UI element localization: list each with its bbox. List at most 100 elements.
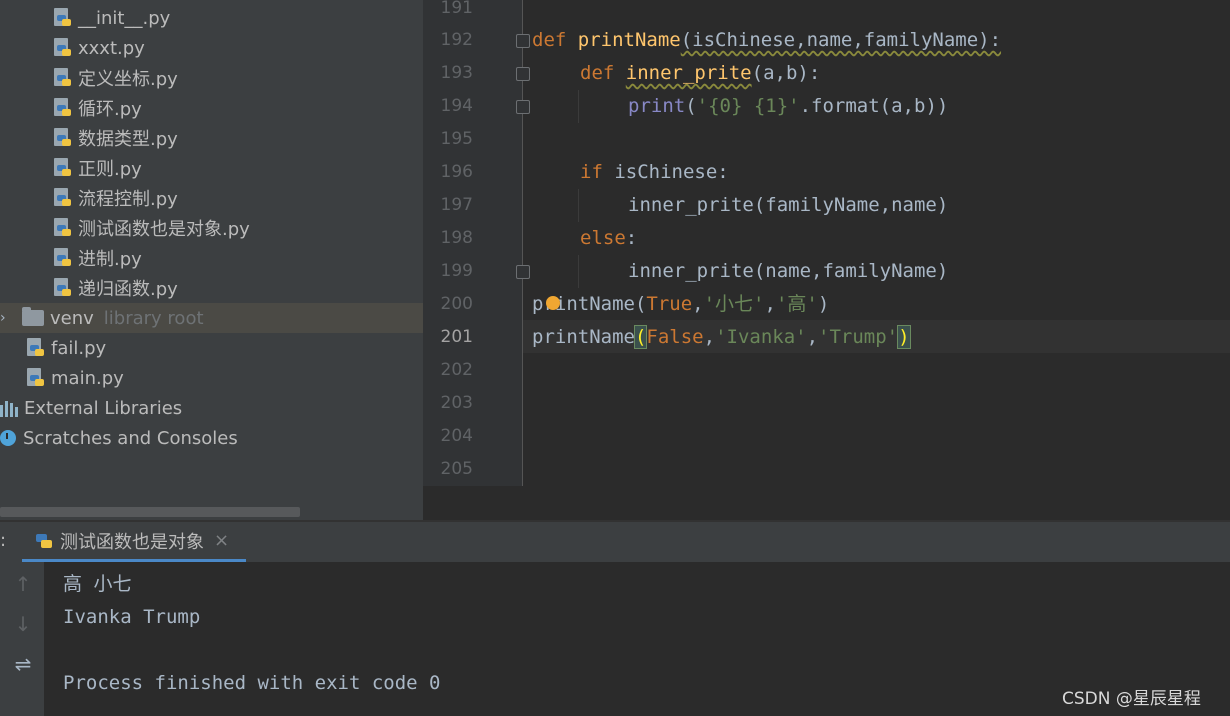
function-name: printName — [577, 29, 681, 51]
string-literal: '小七' — [703, 293, 765, 315]
file-name: 定义坐标.py — [78, 69, 178, 90]
python-file-icon — [52, 278, 72, 298]
file-item[interactable]: 递归函数.py — [0, 273, 423, 303]
paren: ( — [685, 95, 697, 117]
code-line-201: printName(False,'Ivanka','Trump') — [532, 325, 911, 349]
string-literal: '{0} {1}' — [696, 95, 800, 117]
run-label-colon: : — [0, 530, 7, 551]
file-name: __init__.py — [78, 7, 171, 29]
code-line-200: printName(True,'小七','高') — [532, 293, 830, 315]
file-name: 正则.py — [78, 159, 142, 180]
run-toolbar: ↑ ↓ ⇌ — [0, 562, 44, 716]
line-number: 195 — [440, 129, 473, 149]
matched-bracket: ( — [633, 325, 648, 349]
keyword-true: True — [646, 293, 693, 315]
soft-wrap-icon[interactable]: ⇌ — [12, 652, 34, 676]
project-tool-window: __init__.py xxxt.py 定义坐标.py 循环.py 数据类型.p… — [0, 0, 423, 520]
params: (isChinese,name,familyName): — [680, 29, 1002, 51]
python-file-icon — [52, 8, 72, 28]
code-line-198: else: — [580, 222, 637, 255]
file-item[interactable]: 数据类型.py — [0, 123, 423, 153]
venv-folder-item[interactable]: › venv library root — [0, 303, 423, 333]
scratches-label: Scratches and Consoles — [23, 427, 238, 449]
line-number: 197 — [440, 195, 473, 215]
chevron-right-icon[interactable]: › — [0, 310, 12, 326]
python-icon — [34, 531, 54, 551]
venv-name: venv — [50, 307, 94, 329]
indent-guide — [578, 189, 579, 222]
call-text: inner_prite(familyName,name) — [628, 194, 949, 216]
file-name: 进制.py — [78, 249, 142, 270]
library-root-hint: library root — [103, 307, 204, 329]
python-file-icon — [25, 338, 45, 358]
python-file-icon — [52, 158, 72, 178]
builtin-print: print — [628, 95, 686, 117]
close-icon[interactable]: × — [214, 530, 229, 551]
code-line-192: def printName(isChinese,name,familyName)… — [532, 24, 1001, 57]
call-name: printName — [532, 326, 635, 348]
paren: ) — [817, 293, 830, 315]
file-name: 循环.py — [78, 99, 142, 120]
file-item[interactable]: main.py — [0, 363, 423, 393]
line-number: 194 — [440, 96, 473, 116]
code-line-193: def inner_prite(a,b): — [580, 57, 820, 90]
keyword-if: if — [580, 161, 603, 183]
console-line: Process finished with exit code 0 — [63, 672, 441, 694]
file-name: main.py — [51, 367, 124, 389]
code-line-196: if isChinese: — [580, 156, 729, 189]
file-name: xxxt.py — [78, 37, 145, 59]
intention-bulb-icon[interactable] — [546, 296, 560, 310]
line-number: 202 — [440, 360, 473, 380]
fold-marker[interactable] — [516, 265, 530, 279]
file-item[interactable]: 循环.py — [0, 93, 423, 123]
keyword-else: else — [580, 227, 626, 249]
file-item[interactable]: 测试函数也是对象.py — [0, 213, 423, 243]
python-file-icon — [25, 368, 45, 388]
format-call: .format(a,b)) — [799, 95, 949, 117]
fold-marker[interactable] — [516, 67, 530, 81]
external-libraries-item[interactable]: External Libraries — [0, 393, 423, 423]
function-name: inner_prite — [625, 62, 752, 84]
file-item[interactable]: __init__.py — [0, 3, 423, 33]
file-item[interactable]: 定义坐标.py — [0, 63, 423, 93]
arrow-up-icon[interactable]: ↑ — [12, 572, 34, 596]
file-name: 递归函数.py — [78, 279, 178, 300]
file-item[interactable]: 流程控制.py — [0, 183, 423, 213]
console-line: 高 小七 — [63, 573, 132, 595]
file-name: 测试函数也是对象.py — [78, 219, 250, 240]
line-number: 199 — [440, 261, 473, 281]
line-number: 191 — [440, 0, 473, 18]
call-text: inner_prite(name,familyName) — [628, 260, 949, 282]
line-number: 196 — [440, 162, 473, 182]
external-libraries-label: External Libraries — [24, 397, 183, 419]
python-file-icon — [52, 98, 72, 118]
file-name: 流程控制.py — [78, 189, 178, 210]
indent-guide — [578, 255, 579, 288]
file-name: 数据类型.py — [78, 129, 178, 150]
python-file-icon — [52, 218, 72, 238]
indent-guide — [578, 90, 579, 123]
line-number: 198 — [440, 228, 473, 248]
console-line: Ivanka Trump — [63, 606, 201, 628]
run-tab-label: 测试函数也是对象 — [60, 531, 204, 553]
file-item[interactable]: fail.py — [0, 333, 423, 363]
run-tab[interactable]: 测试函数也是对象 × — [22, 522, 246, 562]
line-number: 205 — [440, 459, 473, 479]
arrow-down-icon[interactable]: ↓ — [12, 612, 34, 636]
python-file-icon — [52, 68, 72, 88]
string-literal: 'Trump' — [818, 326, 899, 348]
keyword-def: def — [532, 29, 567, 51]
horizontal-scrollbar[interactable] — [0, 507, 300, 517]
code-line-194: print('{0} {1}'.format(a,b)) — [628, 90, 948, 123]
scratches-item[interactable]: Scratches and Consoles — [0, 423, 423, 453]
line-number: 203 — [440, 393, 473, 413]
file-item[interactable]: 正则.py — [0, 153, 423, 183]
python-file-icon — [52, 128, 72, 148]
fold-marker[interactable] — [516, 100, 530, 114]
string-literal: 'Ivanka' — [715, 326, 807, 348]
fold-marker[interactable] — [516, 34, 530, 48]
file-item[interactable]: xxxt.py — [0, 33, 423, 63]
line-number: 204 — [440, 426, 473, 446]
colon: : — [625, 227, 638, 249]
file-item[interactable]: 进制.py — [0, 243, 423, 273]
